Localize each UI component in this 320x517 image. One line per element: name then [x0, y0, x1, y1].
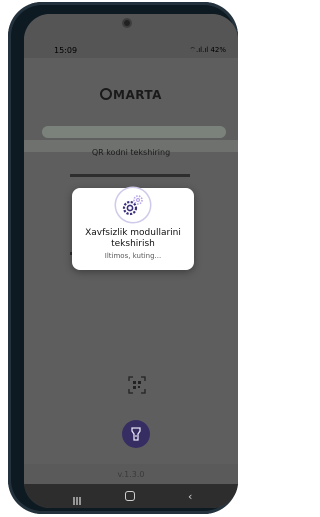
navigation-bar: ‹ — [24, 484, 238, 508]
flashlight-button[interactable] — [122, 420, 150, 448]
app-logo: MARTA — [24, 88, 238, 102]
dimmed-banner — [42, 126, 226, 138]
logo-text: MARTA — [113, 88, 162, 102]
recent-apps-icon — [73, 497, 81, 505]
logo-ring-icon — [100, 88, 112, 100]
phone-frame: 15:09 ⌔.ıl.ıl 42% MARTA QR kodni tekshir… — [8, 2, 238, 514]
recent-apps-button[interactable] — [72, 491, 82, 505]
home-button[interactable] — [125, 491, 135, 501]
progress-dialog: Xavfsizlik modullarini tekshirish Iltimo… — [72, 188, 194, 270]
status-time: 15:09 — [54, 46, 78, 55]
status-indicators: ⌔.ıl.ıl 42% — [189, 46, 226, 54]
dialog-title: Xavfsizlik modullarini tekshirish — [85, 228, 181, 249]
back-button[interactable]: ‹ — [188, 490, 192, 503]
screen: 15:09 ⌔.ıl.ıl 42% MARTA QR kodni tekshir… — [24, 14, 238, 508]
app-version: v.1.3.0 — [117, 470, 145, 479]
back-chevron-icon: ‹ — [188, 490, 193, 503]
front-camera — [124, 20, 130, 26]
security-gears-icon — [116, 188, 150, 222]
qr-code-icon[interactable] — [128, 376, 146, 394]
dialog-subtitle: Iltimos, kuting... — [104, 252, 162, 260]
status-bar — [24, 14, 238, 40]
flashlight-icon — [131, 427, 141, 441]
